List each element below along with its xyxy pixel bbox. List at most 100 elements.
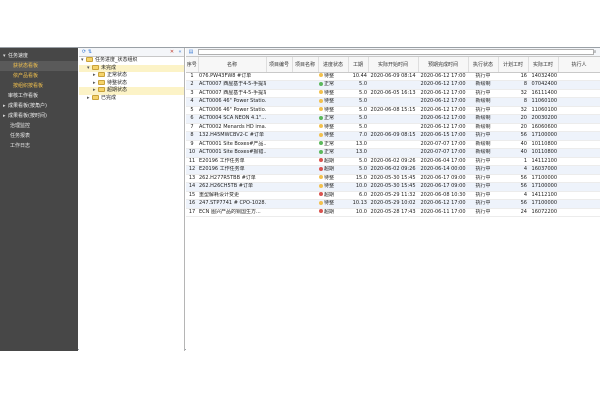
tree-root[interactable]: ▾ 任务进度_状态组织	[79, 57, 184, 65]
actual-hours-cell: 17100000	[528, 182, 558, 192]
plan-hours-cell: 20	[498, 123, 528, 132]
nav-item-product-board[interactable]: 依产品看板	[0, 71, 78, 81]
table-row[interactable]: 5 ACT0006 46" Power Statio... 待整 5.0 2020-06…	[186, 106, 600, 115]
project-number-cell	[266, 157, 292, 166]
column-header[interactable]: 进度状态	[318, 57, 349, 73]
table-row[interactable]: 14 262.H26CH5TB #订单 待整 10.0 2020-05-30 15:45…	[186, 182, 600, 192]
project-number-cell	[266, 165, 292, 175]
column-header[interactable]: 名称	[198, 57, 267, 73]
column-header[interactable]: 执行状态	[468, 57, 499, 73]
table-row[interactable]: 1 076.PW43FW8 #订单 待整 10.44 2020-06-09 08:14 2…	[186, 72, 600, 81]
nav-item-org-board[interactable]: 按组织按看板	[0, 81, 78, 91]
status-text: 正常	[324, 149, 335, 155]
table-row[interactable]: 16 247.STP7741 # CPO-1028... 待整 10.13 2020-0…	[186, 199, 600, 209]
project-name-cell	[292, 89, 318, 98]
column-header[interactable]: 项目名称	[292, 57, 319, 73]
table-row[interactable]: 2 ACT0007 西屋基于4-5-手提车... 正常 5.0 2020-06-12 1…	[186, 80, 600, 90]
due-time-cell: 2020-06-12 17:00	[418, 106, 468, 115]
column-header[interactable]: 项目编号	[266, 57, 293, 73]
project-number-cell	[266, 174, 292, 183]
table-row[interactable]: 4 ACT0006 46" Power Statio... 待整 5.0 2020-06…	[186, 97, 600, 107]
tree-node-completed[interactable]: ▸ 已完成	[79, 94, 184, 103]
column-header[interactable]: 执行人	[558, 57, 600, 73]
column-header[interactable]: 预期完成时间	[418, 57, 469, 73]
tree-node-overdue[interactable]: ▸ 超期状态	[79, 87, 184, 95]
collapse-panel-icon[interactable]: «	[177, 49, 183, 55]
table-row[interactable]: 17 ECN 图兴产品的铜国生方... 超期 10.0 2020-05-28 17:43…	[186, 208, 600, 217]
nav-item-monitoring[interactable]: 治理监控	[0, 121, 78, 131]
table-row[interactable]: 9 ACT0001 Site Boxes#产品... 正常 13.0 2020-07-0…	[186, 140, 600, 149]
row-number-cell: 17	[186, 208, 198, 217]
name-cell: 247.STP7741 # CPO-1028...	[198, 199, 266, 209]
start-time-cell: 2020-05-28 17:43	[368, 208, 418, 217]
close-icon[interactable]: ✕	[169, 49, 175, 55]
status-text: 超期	[324, 166, 335, 172]
status-dot-icon	[319, 141, 323, 145]
start-time-cell: 2020-06-09 08:15	[368, 131, 418, 141]
nav-group-task-progress[interactable]: ▾ 任务速度	[0, 51, 78, 61]
name-cell: ACT0001 Site Boxes#产品...	[198, 140, 266, 149]
table-row[interactable]: 11 E20196 工作任务单 超期 5.0 2020-06-02 09:26 2020-…	[186, 157, 600, 166]
name-cell: ACT0006 46" Power Statio...	[198, 106, 266, 115]
duration-cell: 5.0	[348, 89, 368, 98]
column-header[interactable]: 实际工时	[528, 57, 559, 73]
folder-icon	[98, 79, 105, 85]
table-row[interactable]: 10 ACT0001 Site Boxes#报错... 正常 13.0 2020-07-…	[186, 148, 600, 158]
tree-node-normal[interactable]: ▸ 正常状态	[79, 72, 184, 80]
table-row[interactable]: 12 E20196 工作任务单 超期 5.0 2020-06-02 09:26 2020-…	[186, 165, 600, 175]
nav-item-task-report[interactable]: 任务报表	[0, 131, 78, 141]
table-row[interactable]: 15 重型解耗设计变更 超期 6.0 2020-05-29 11:32 2020-06-0…	[186, 191, 600, 200]
plan-hours-cell: 40	[498, 140, 528, 149]
assignee-cell	[558, 191, 600, 200]
start-time-cell	[368, 80, 418, 90]
column-header[interactable]: 序号	[186, 57, 199, 73]
nav-group-results-by-time[interactable]: ▸ 成果看板(按时间)	[0, 111, 78, 121]
tree-node-incomplete[interactable]: ▾ 未完成	[79, 64, 184, 73]
column-header[interactable]: 实际开始时间	[368, 57, 419, 73]
exec-status-cell: 新绘制	[468, 80, 498, 90]
assignee-cell	[558, 72, 600, 81]
name-cell: ECN 图兴产品的铜国生方...	[198, 208, 266, 217]
tree-node-pending[interactable]: ▸ 待整状态	[79, 79, 184, 88]
start-time-cell: 2020-06-05 16:13	[368, 89, 418, 98]
project-name-cell	[292, 199, 318, 209]
folder-icon	[98, 72, 105, 78]
tree-root-label: 任务进度_状态组织	[95, 57, 138, 63]
search-input[interactable]	[198, 49, 594, 55]
folder-icon	[92, 94, 99, 100]
expand-all-icon[interactable]: ⇅	[87, 49, 93, 55]
exec-status-cell: 执行中	[468, 106, 498, 115]
progress-status-cell: 待整	[318, 106, 348, 115]
nav-item-status-board[interactable]: 获状态看板	[0, 61, 78, 71]
table-row[interactable]: 13 262.H277R5TBB #订单 待整 15.0 2020-05-30 15:4…	[186, 174, 600, 183]
plan-hours-cell: 4	[498, 165, 528, 175]
column-header[interactable]: 工期	[348, 57, 369, 73]
actual-hours-cell: 17100000	[528, 131, 558, 141]
due-time-cell: 2020-06-08 10:30	[418, 191, 468, 200]
plan-hours-cell: 1	[498, 157, 528, 166]
table-header: 序号 名称 项目编号 项目名称 进度状态 工期 实际开始时间 预期完成时间 执行…	[186, 57, 600, 73]
assignee-cell	[558, 157, 600, 166]
table-row[interactable]: 6 ACT0004 SCA NEON 4.1"... 正常 5.0 2020-06-12…	[186, 114, 600, 124]
table-row[interactable]: 3 ACT0007 西屋基于4-5-手提车... 待整 5.0 2020-06-05 1…	[186, 89, 600, 98]
exec-status-cell: 执行中	[468, 72, 498, 81]
progress-status-cell: 正常	[318, 148, 348, 158]
duration-cell: 5.0	[348, 97, 368, 107]
table-row[interactable]: 7 ACT0002 Menards HD ima... 待整 5.0 2020-06-1…	[186, 123, 600, 132]
name-cell: ACT0007 西屋基于4-5-手提车...	[198, 89, 266, 98]
tree-node-label: 超期状态	[107, 87, 128, 94]
project-name-cell	[292, 157, 318, 166]
exec-status-cell: 执行中	[468, 131, 498, 141]
search-icon[interactable]: ⌕	[592, 49, 598, 55]
project-number-cell	[266, 148, 292, 158]
nav-group-review-board[interactable]: 审核工作看板	[0, 91, 78, 101]
due-time-cell: 2020-06-17 09:00	[418, 174, 468, 183]
nav-group-results-by-user[interactable]: ▸ 成果看板(按角户)	[0, 101, 78, 111]
export-icon[interactable]: ▤	[188, 49, 194, 55]
table-row[interactable]: 8 132.H45MWCBV2-C #订单 待整 7.0 2020-06-09 08:1…	[186, 131, 600, 141]
project-name-cell	[292, 72, 318, 81]
nav-item-work-log[interactable]: 工作日志	[0, 141, 78, 151]
column-header[interactable]: 计划工时	[498, 57, 529, 73]
status-text: 待整	[324, 200, 335, 206]
status-text: 待整	[324, 174, 335, 181]
